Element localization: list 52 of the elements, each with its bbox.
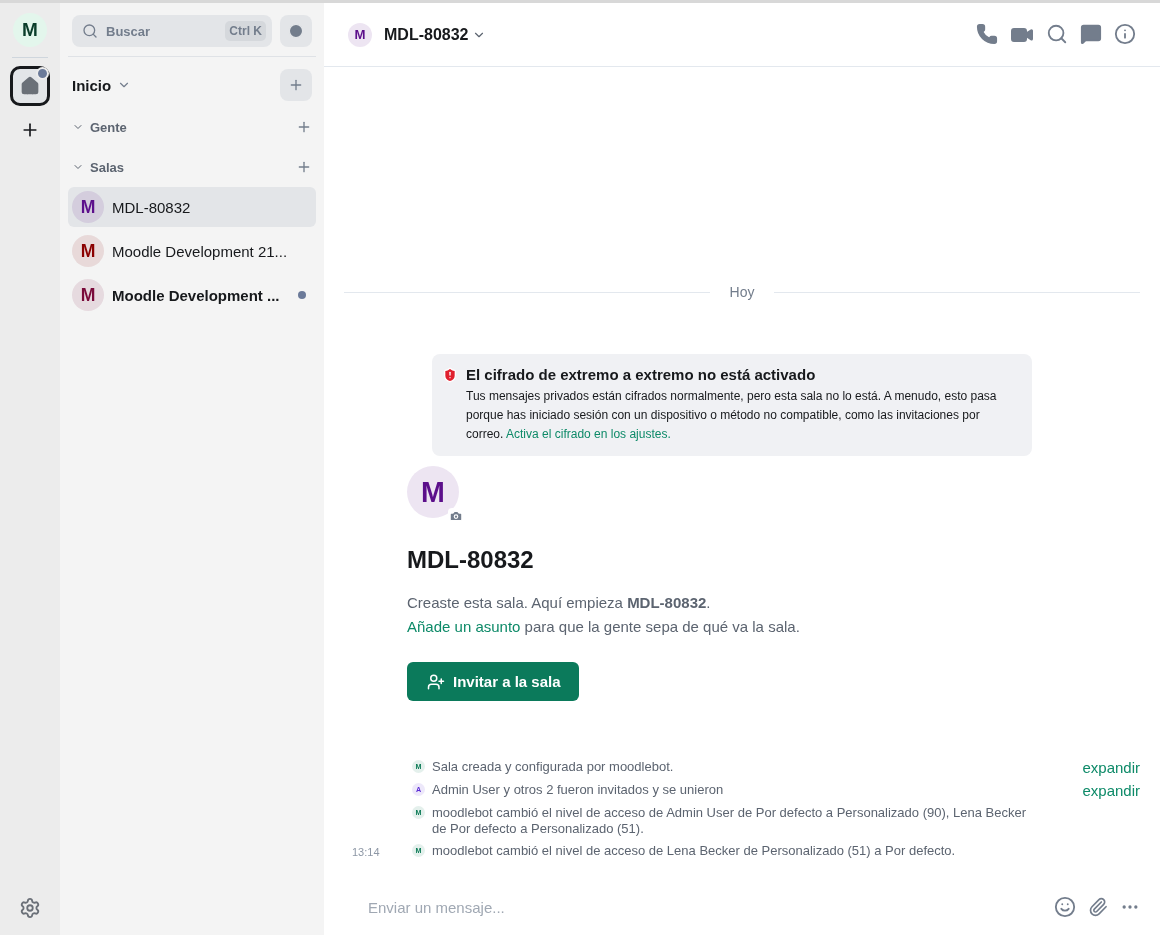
attachment-icon[interactable] [1088,897,1108,917]
room-avatar[interactable]: M [407,466,459,518]
room-heading: MDL-80832 [407,546,535,574]
event-text: moodlebot cambió el nivel de acceso de Lena Becker de Personalizado (51) a Por defecto. [432,843,957,859]
home-icon [20,76,40,96]
date-separator: Hoy [729,284,755,300]
event-text: Admin User y otros 2 fueron invitados y se unieron [432,782,725,798]
room-item[interactable]: M Moodle Development 21... [68,231,316,271]
topic-text: Añade un asunto para que la gente sepa de qué va la sala. [407,618,801,636]
room-name: Moodle Development ... [112,286,281,304]
threads-icon[interactable] [1080,22,1102,45]
topic-link[interactable]: Añade un asunto [407,618,521,635]
search-icon[interactable] [1046,22,1068,45]
room-avatar: M [72,191,104,223]
plus-icon [288,77,304,93]
shield-icon [442,367,458,383]
settings-icon[interactable] [19,897,41,919]
add-icon[interactable] [296,119,312,135]
room-avatar: M [72,279,104,311]
shortcut-hint: Ctrl K [225,21,266,41]
room-item[interactable]: M MDL-80832 [68,187,316,227]
add-icon[interactable] [296,159,312,175]
expand-link[interactable]: expandir [1050,782,1140,799]
add-button[interactable] [280,69,312,101]
emoji-icon[interactable] [1054,896,1076,918]
explore-button[interactable] [280,15,312,47]
notice-title: El cifrado de extremo a extremo no está activado [466,366,817,383]
unread-dot [298,291,306,299]
event-text: Sala creada y configurada por moodlebot. [432,759,675,775]
notice-text: Tus mensajes privados están cifrados normalmente, pero esta sala no lo está. A menudo, esto pasa porque has iniciado sesión con un dispositivo o método no compatible, como las invitaciones por correo. Activa el cifrado en los ajustes. [466,388,998,443]
room-item[interactable]: M Moodle Development ... [68,275,316,315]
room-name: Moodle Development 21... [112,242,289,260]
event-text: moodlebot cambió el nivel de acceso de Admin User de Por defecto a Personalizado (90), Lena Becker de Por defecto a Personalizado (51). [432,805,1027,837]
search-icon [82,23,98,39]
room-name: MDL-80832 [112,198,192,216]
room-avatar: M [348,22,372,47]
settings-link[interactable]: Activa el cifrado en los ajustes. [506,427,671,441]
room-avatar: M [72,235,104,267]
user-avatar[interactable]: M [13,13,47,47]
call-icon[interactable] [976,22,998,45]
home-menu[interactable]: Inicio [72,76,132,94]
section-header[interactable]: Gente [72,119,127,135]
invite-button[interactable]: Invitar a la sala [407,662,579,701]
room-title[interactable]: MDL-80832 [384,25,487,44]
intro-text: Creaste esta sala. Aquí empieza MDL-80832. [407,594,712,612]
info-icon[interactable] [1114,22,1136,45]
section-header[interactable]: Salas [72,159,124,175]
camera-icon[interactable] [449,509,463,523]
expand-link[interactable]: expandir [1050,759,1140,776]
timestamp: 13:14 [351,845,381,858]
home-button[interactable] [10,66,50,106]
add-user-icon [427,672,445,691]
